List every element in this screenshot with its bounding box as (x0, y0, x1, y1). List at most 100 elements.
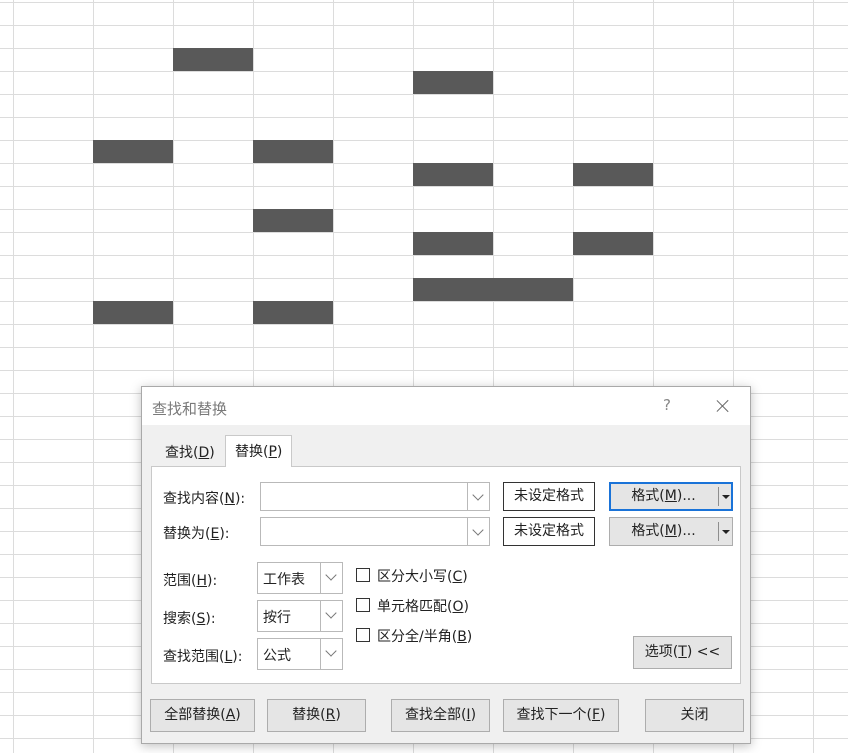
checkbox-label[interactable]: 区分大小写(C) (377, 566, 468, 586)
filled-cell[interactable] (413, 278, 573, 301)
button-text: 格式( (631, 523, 665, 539)
tab-suffix: ) (209, 445, 215, 461)
filled-cell[interactable] (173, 48, 253, 71)
filled-cell[interactable] (413, 163, 493, 186)
checkbox-label[interactable]: 区分全/半角(B) (377, 626, 472, 646)
label-accesskey: B (457, 629, 467, 645)
label-accesskey: C (452, 569, 463, 585)
tab-label: 查找( (165, 445, 199, 461)
find-format-button-label[interactable]: 格式(M)... (610, 483, 717, 510)
button-text: 查找下一个( (516, 707, 592, 723)
help-icon[interactable]: ? (657, 396, 677, 416)
look-in-label: 查找范围(L): (163, 646, 242, 666)
tab-accesskey: P (268, 444, 277, 460)
filled-cell[interactable] (413, 232, 493, 255)
button-accesskey: F (591, 707, 601, 723)
find-what-combobox[interactable] (260, 482, 490, 511)
split-divider (718, 487, 719, 506)
chevron-down-icon[interactable] (320, 563, 342, 593)
label-text: 范围( (163, 573, 197, 589)
find-format-preview: 未设定格式 (503, 482, 595, 511)
find-next-button[interactable]: 查找下一个(F) (503, 699, 619, 732)
close-icon[interactable] (710, 393, 736, 419)
tab-replace[interactable]: 替换(P) (225, 435, 293, 467)
button-suffix: ) (335, 707, 341, 723)
button-accesskey: T (678, 644, 687, 660)
replace-with-combobox[interactable] (260, 517, 490, 546)
label-suffix: ): (219, 526, 230, 542)
button-text: 全部替换( (164, 707, 226, 723)
filled-cell[interactable] (253, 140, 333, 163)
button-suffix: )... (676, 488, 696, 504)
look-in-select[interactable]: 公式 (257, 638, 343, 670)
dropdown-arrow-icon[interactable] (722, 530, 730, 534)
label-suffix: ) (462, 569, 468, 585)
filled-cell[interactable] (93, 301, 173, 324)
chevron-down-icon[interactable] (467, 518, 489, 545)
close-button[interactable]: 关闭 (645, 699, 744, 732)
scope-value: 工作表 (263, 572, 305, 588)
search-label: 搜索(S): (163, 608, 216, 628)
look-in-value: 公式 (263, 648, 291, 664)
find-what-label: 查找内容(N): (163, 488, 245, 508)
label-suffix: ): (207, 573, 218, 589)
label-suffix: ): (232, 649, 243, 665)
button-suffix: )... (676, 523, 696, 539)
label-accesskey: H (196, 573, 207, 589)
checkbox-box[interactable] (356, 598, 370, 612)
button-accesskey: R (325, 707, 336, 723)
label-text: 搜索( (163, 611, 197, 627)
checkbox-box[interactable] (356, 568, 370, 582)
filled-cell[interactable] (573, 163, 653, 186)
filled-cell[interactable] (413, 71, 493, 94)
label-accesskey: O (452, 599, 464, 615)
dialog-title: 查找和替换 (152, 400, 228, 418)
label-text: 区分全/半角( (377, 629, 458, 645)
checkbox-box[interactable] (356, 628, 370, 642)
replace-format-preview: 未设定格式 (503, 517, 595, 546)
button-accesskey: A (225, 707, 236, 723)
replace-button[interactable]: 替换(R) (267, 699, 366, 732)
replace-all-button[interactable]: 全部替换(A) (150, 699, 255, 732)
label-text: 区分大小写( (377, 569, 453, 585)
filled-cell[interactable] (573, 232, 653, 255)
button-text: 替换( (292, 707, 326, 723)
button-suffix: ) << (686, 644, 721, 660)
chevron-down-icon[interactable] (467, 483, 489, 510)
scope-label: 范围(H): (163, 570, 217, 590)
checkbox-label[interactable]: 单元格匹配(O) (377, 596, 469, 616)
tab-label: 替换( (235, 444, 269, 460)
button-text: 格式( (631, 488, 665, 504)
label-suffix: ) (466, 629, 473, 645)
button-text: 选项( (644, 644, 679, 660)
find-format-button[interactable]: 格式(M)... (609, 482, 733, 511)
label-accesskey: N (224, 491, 235, 507)
chevron-down-icon[interactable] (320, 639, 342, 669)
search-order-select[interactable]: 按行 (257, 600, 343, 632)
filled-cell[interactable] (93, 140, 173, 163)
replace-format-button-label[interactable]: 格式(M)... (610, 518, 717, 545)
button-accesskey: M (664, 488, 677, 504)
label-text: 查找范围( (163, 649, 225, 665)
filled-cell[interactable] (253, 301, 333, 324)
filled-cell[interactable] (253, 209, 333, 232)
split-divider (718, 522, 719, 541)
options-toggle-button[interactable]: 选项(T) << (633, 636, 732, 669)
button-suffix: ) (600, 707, 606, 723)
scope-select[interactable]: 工作表 (257, 562, 343, 594)
label-suffix: ) (463, 599, 469, 615)
replace-format-button[interactable]: 格式(M)... (609, 517, 733, 546)
find-all-button[interactable]: 查找全部(I) (391, 699, 490, 732)
label-text: 查找内容( (163, 491, 225, 507)
tab-accesskey: D (198, 445, 210, 461)
dropdown-arrow-icon[interactable] (722, 495, 730, 499)
search-order-value: 按行 (263, 610, 291, 626)
chevron-down-icon[interactable] (320, 601, 342, 631)
tab-suffix: ) (276, 444, 283, 460)
label-suffix: ): (205, 611, 216, 627)
tab-find[interactable]: 查找(D) (156, 439, 224, 467)
find-replace-dialog: 查找和替换 ? 查找(D) 替换(P) 查找内容(N): 未设定格式 格式(M)… (141, 386, 751, 744)
label-suffix: ): (234, 491, 246, 507)
replace-with-label: 替换为(E): (163, 523, 230, 543)
dialog-titlebar[interactable]: 查找和替换 ? (142, 387, 750, 425)
